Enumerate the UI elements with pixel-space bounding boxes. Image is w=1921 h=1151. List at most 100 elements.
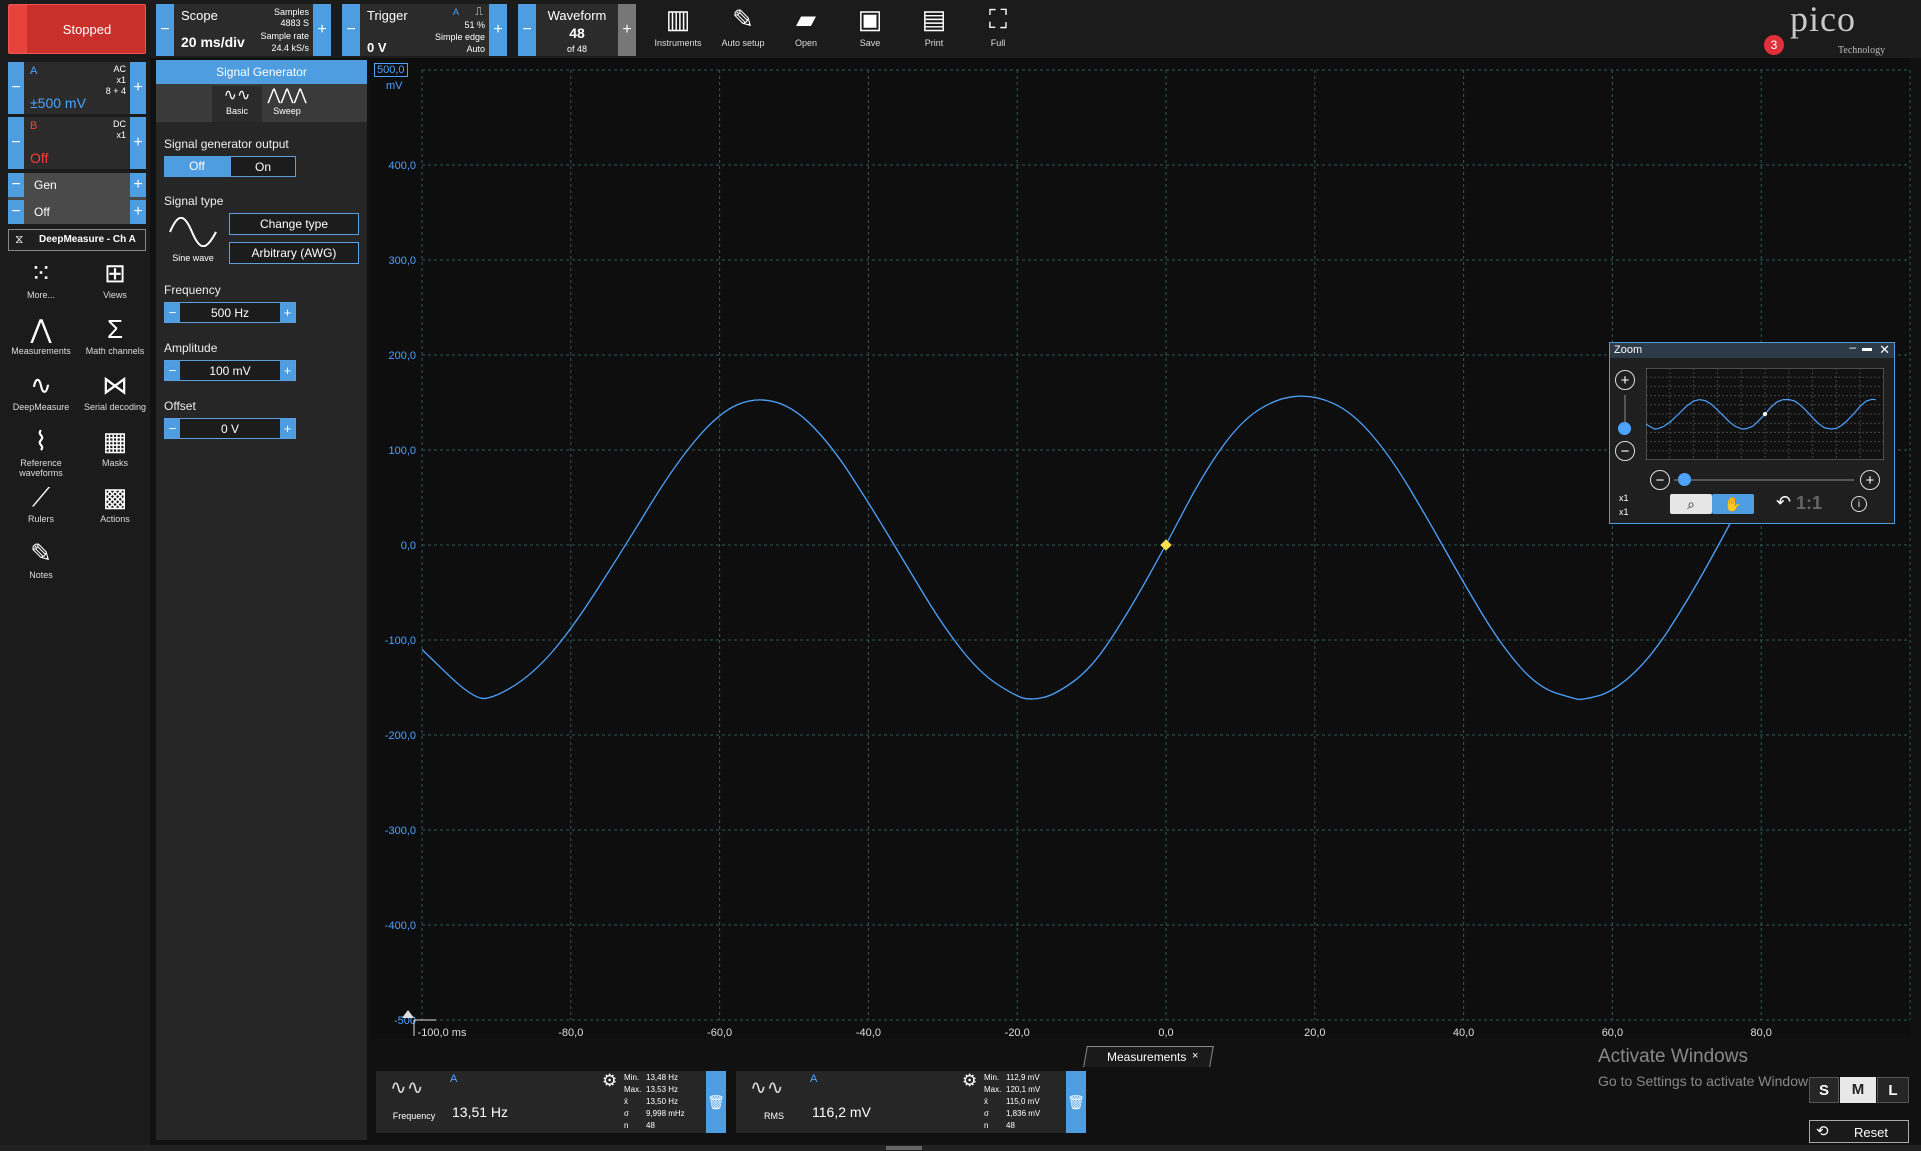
pan-tool-button[interactable]: ✋ bbox=[1712, 494, 1754, 514]
sidebar-serial-decoding-button[interactable]: ⋈ Serial decoding bbox=[80, 370, 150, 412]
amplitude-decrease-button[interactable]: − bbox=[165, 361, 180, 380]
instruments-icon: ▥ bbox=[665, 4, 691, 34]
size-l-button[interactable]: L bbox=[1877, 1077, 1909, 1103]
timebase-value[interactable]: 20 ms/div bbox=[181, 34, 245, 50]
output-on-button[interactable]: On bbox=[230, 156, 296, 177]
gen-decrease-button[interactable]: − bbox=[8, 173, 24, 197]
zoom-in-icon[interactable]: + bbox=[1615, 370, 1635, 390]
measurements-tab-label[interactable]: Measurements bbox=[1107, 1050, 1186, 1064]
settings-gear-icon[interactable]: ⚙ bbox=[602, 1071, 617, 1091]
y-axis-top-value[interactable]: 500,0 bbox=[374, 63, 408, 77]
zoom-titlebar[interactable]: Zoom – ▬ ✕ bbox=[1610, 340, 1894, 358]
zoom-restore-icon[interactable]: ▬ bbox=[1862, 343, 1872, 354]
channel-a-range-decrease[interactable]: − bbox=[8, 62, 24, 114]
undo-zoom-icon[interactable]: ↶ bbox=[1776, 492, 1791, 513]
tab-sweep[interactable]: ⋀⋀⋀ Sweep bbox=[262, 86, 312, 122]
delete-measurement-button[interactable]: 🗑 bbox=[1066, 1071, 1086, 1133]
channel-b-range[interactable]: Off bbox=[30, 150, 48, 166]
zoom-minimize-icon[interactable]: – bbox=[1849, 340, 1856, 354]
amplitude-input[interactable]: 100 mV bbox=[180, 364, 280, 378]
stat-value-avg: 13,50 Hz bbox=[646, 1097, 679, 1106]
horizontal-zoom-thumb[interactable] bbox=[1678, 473, 1691, 486]
waveform-current[interactable]: 48 bbox=[536, 25, 618, 41]
toolbar-instruments-button[interactable]: ▥ Instruments bbox=[648, 4, 708, 48]
sidebar-math-channels-button[interactable]: Σ Math channels bbox=[80, 314, 150, 356]
trigger-increase-button[interactable]: + bbox=[489, 4, 507, 56]
zoom-info-icon[interactable]: i bbox=[1851, 496, 1867, 512]
oscilloscope-plot[interactable]: 400,0 300,0 200,0 100,0 0,0 -100,0 -200,0 -300,… bbox=[370, 58, 1911, 1038]
frequency-increase-button[interactable]: + bbox=[280, 303, 295, 322]
sidebar-notes-button[interactable]: ✎ Notes bbox=[6, 538, 76, 580]
gen-state-decrease-button[interactable]: − bbox=[8, 200, 24, 224]
zoom-close-icon[interactable]: ✕ bbox=[1879, 342, 1890, 358]
timebase-increase-button[interactable]: + bbox=[313, 4, 331, 56]
bottom-scroll-thumb[interactable] bbox=[886, 1146, 922, 1150]
zoom-preview[interactable] bbox=[1646, 368, 1884, 460]
change-type-button[interactable]: Change type bbox=[229, 213, 359, 235]
x-axis-origin-marker[interactable] bbox=[402, 1010, 414, 1018]
y-tick-label: 100,0 bbox=[388, 445, 416, 457]
stat-value-sd: 1,836 mV bbox=[1006, 1109, 1041, 1118]
channel-b-range-decrease[interactable]: − bbox=[8, 117, 24, 169]
reset-button[interactable]: ⟲ Reset bbox=[1809, 1120, 1909, 1143]
gen-increase-button[interactable]: + bbox=[130, 173, 146, 197]
amplitude-increase-button[interactable]: + bbox=[280, 361, 295, 380]
sidebar-views-button[interactable]: ⊞ Views bbox=[80, 258, 150, 300]
settings-gear-icon[interactable]: ⚙ bbox=[962, 1071, 977, 1091]
sidebar-more-button[interactable]: ⁙ More... bbox=[6, 258, 76, 300]
sidebar-actions-button[interactable]: ▩ Actions bbox=[80, 482, 150, 524]
y-tick-label: 300,0 bbox=[388, 255, 416, 267]
waveform-previous-button[interactable]: − bbox=[518, 4, 536, 56]
zoom-title: Zoom bbox=[1614, 344, 1643, 356]
run-stop-button[interactable]: Stopped bbox=[8, 4, 146, 54]
measurement-card[interactable]: ∿∿ A RMS 116,2 mV ⚙ Min. 112,9 mV Max. 120,1 mV x… bbox=[736, 1071, 1086, 1133]
output-off-button[interactable]: Off bbox=[164, 156, 230, 177]
frequency-decrease-button[interactable]: − bbox=[165, 303, 180, 322]
scope-view[interactable]: 400,0 300,0 200,0 100,0 0,0 -100,0 -200,0 -300,… bbox=[370, 58, 1911, 1038]
frequency-input[interactable]: 500 Hz bbox=[180, 306, 280, 320]
channel-a-range-increase[interactable]: + bbox=[130, 62, 146, 114]
size-m-button[interactable]: M bbox=[1840, 1077, 1876, 1103]
gen-state[interactable]: Off bbox=[34, 205, 50, 219]
tab-basic[interactable]: ∿∿ Basic bbox=[212, 86, 262, 122]
trigger-marker[interactable] bbox=[1160, 539, 1172, 551]
delete-measurement-button[interactable]: 🗑 bbox=[706, 1071, 726, 1133]
arbitrary-awg-button[interactable]: Arbitrary (AWG) bbox=[229, 242, 359, 264]
waveform-next-button[interactable]: + bbox=[618, 4, 636, 56]
deepmeasure-channel-button[interactable]: ⧖ DeepMeasure - Ch A bbox=[8, 229, 146, 251]
vertical-zoom-thumb[interactable] bbox=[1618, 422, 1631, 435]
trigger-level[interactable]: 0 V bbox=[367, 40, 387, 55]
sidebar-deepmeasure-button[interactable]: ∿ DeepMeasure bbox=[6, 370, 76, 412]
zoom-tool-button[interactable]: ⌕ bbox=[1670, 494, 1712, 514]
channel-b-range-increase[interactable]: + bbox=[130, 117, 146, 169]
gen-state-increase-button[interactable]: + bbox=[130, 200, 146, 224]
size-s-button[interactable]: S bbox=[1809, 1077, 1839, 1103]
offset-increase-button[interactable]: + bbox=[280, 419, 295, 438]
measurement-card[interactable]: ∿∿ A Frequency 13,51 Hz ⚙ Min. 13,48 Hz Max. 13,… bbox=[376, 1071, 726, 1133]
toolbar-print-button[interactable]: ▤ Print bbox=[904, 4, 964, 48]
sidebar-tile-label: Masks bbox=[101, 458, 128, 468]
sidebar-measurements-button[interactable]: ⋀ Measurements bbox=[6, 314, 76, 356]
notes-icon: ✎ bbox=[30, 538, 52, 568]
horizontal-zoom-track[interactable] bbox=[1674, 479, 1854, 481]
notification-badge[interactable]: 3 bbox=[1764, 35, 1784, 55]
trigger-decrease-button[interactable]: − bbox=[342, 4, 360, 56]
toolbar-full-button[interactable]: ⛶ Full bbox=[968, 4, 1028, 48]
horizontal-zoom-in-icon[interactable]: + bbox=[1860, 470, 1880, 490]
measurements-tab-close-icon[interactable]: × bbox=[1192, 1050, 1198, 1062]
toolbar-save-button[interactable]: ▣ Save bbox=[840, 4, 900, 48]
zoom-out-icon[interactable]: − bbox=[1615, 441, 1635, 461]
offset-decrease-button[interactable]: − bbox=[165, 419, 180, 438]
channel-a-range[interactable]: ±500 mV bbox=[30, 95, 86, 111]
zoom-ratio[interactable]: 1:1 bbox=[1796, 493, 1822, 514]
offset-input[interactable]: 0 V bbox=[180, 422, 280, 436]
toolbar-auto-setup-button[interactable]: ✎ Auto setup bbox=[713, 4, 773, 48]
views-icon: ⊞ bbox=[104, 258, 126, 288]
zoom-overview-window[interactable]: Zoom – ▬ ✕ + − − + x1 x1 ⌕ ✋ ↶ 1:1 i bbox=[1609, 340, 1895, 524]
sidebar-rulers-button[interactable]: ⟋ Rulers bbox=[6, 482, 76, 524]
sidebar-masks-button[interactable]: ▦ Masks bbox=[80, 426, 150, 468]
toolbar-open-button[interactable]: ▰ Open bbox=[776, 4, 836, 48]
horizontal-zoom-out-icon[interactable]: − bbox=[1650, 470, 1670, 490]
timebase-decrease-button[interactable]: − bbox=[156, 4, 174, 56]
sidebar-reference-waveforms-button[interactable]: ⌇ Reference waveforms bbox=[6, 426, 76, 478]
